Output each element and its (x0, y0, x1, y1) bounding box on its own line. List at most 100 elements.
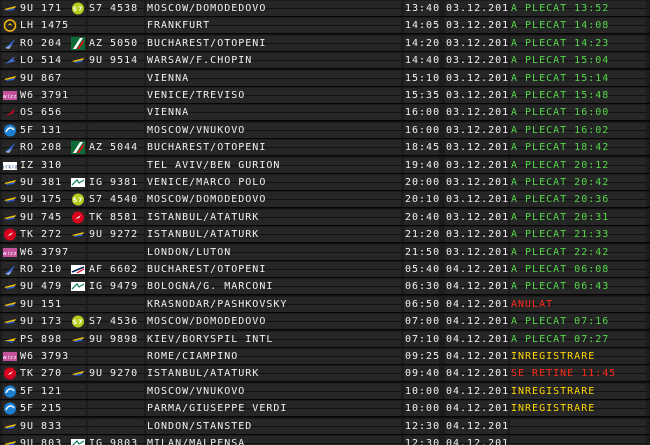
flight-row: RO 204 AZ 5050 BUCHAREST/OTOPENI 14:20 03.12… (0, 34, 650, 52)
destination: ISTANBUL/ATATURK (146, 227, 401, 243)
flight-number: RO 210 (19, 262, 70, 277)
codeshare-flight-number: IG 9479 (88, 279, 144, 295)
scheduled-date: 03.12.2018 (445, 175, 508, 190)
flight-number: W6 3791 (19, 88, 70, 103)
flight-row: OS 656 VIENNA16:00 03.12.2018A PLECAT 16:0… (0, 104, 650, 122)
turkish-airlines-icon (2, 366, 18, 382)
flight-number: PS 898 (19, 331, 70, 347)
flight-status: A PLECAT 14:08 (510, 18, 646, 34)
flight-status: A PLECAT 15:48 (510, 88, 646, 103)
flight-status: A PLECAT 20:31 (510, 209, 646, 225)
scheduled-time: 15:35 (404, 88, 439, 103)
destination: TEL AVIV/BEN GURION (146, 157, 401, 173)
air-moldova-icon (70, 227, 86, 243)
flight-row: 9U 745 TK 8581 ISTANBUL/ATATURK 20:40 03.12.… (0, 208, 650, 226)
flight-number: 5F 215 (19, 401, 70, 417)
codeshare-flight-number: IG 9803 (88, 436, 144, 445)
scheduled-date: 03.12.2018 (445, 88, 508, 103)
scheduled-date: 03.12.2018 (445, 209, 508, 225)
destination: MOSCOW/VNUKOVO (146, 383, 401, 399)
flight-status: INREGISTRARE (510, 383, 646, 399)
wizz-air-icon: wizz (2, 88, 18, 103)
flight-row: RO 210 AF 6602 BUCHAREST/OTOPENI 05:40 04.12… (0, 261, 650, 278)
flight-row: arkiaIZ 310 TEL AVIV/BEN GURION19:40 03.12… (0, 156, 650, 174)
codeshare-flight-number: AF 6602 (88, 262, 144, 277)
destination: PARMA/GIUSEPPE VERDI (146, 401, 401, 417)
codeshare-flight-number (88, 401, 144, 417)
codeshare-logo (70, 105, 86, 121)
destination: VIENNA (146, 70, 401, 86)
destination: ISTANBUL/ATATURK (146, 366, 401, 382)
ukraine-intl-icon (2, 331, 18, 347)
flight-row: LH 1475 FRANKFURT14:05 03.12.2018A PLECAT … (0, 17, 650, 35)
codeshare-flight-number (88, 105, 144, 121)
flight-number: RO 204 (19, 35, 70, 51)
air-moldova-icon (2, 192, 18, 208)
flight-status: A PLECAT 06:08 (510, 262, 646, 277)
codeshare-flight-number (88, 349, 144, 364)
scheduled-time: 09:25 (404, 349, 439, 364)
turkish-airlines-icon (70, 209, 86, 225)
scheduled-time: 16:00 (404, 105, 439, 121)
scheduled-date: 03.12.2018 (445, 244, 508, 260)
flight-status (510, 436, 646, 445)
air-moldova-icon (2, 418, 18, 434)
scheduled-date: 03.12.2018 (445, 18, 508, 34)
destination: LONDON/STANSTED (146, 418, 401, 434)
scheduled-date: 03.12.2018 (445, 70, 508, 86)
codeshare-logo (70, 401, 86, 417)
destination: KRASNODAR/PASHKOVSKY (146, 296, 401, 312)
flight-number: OS 656 (19, 105, 70, 121)
codeshare-logo (70, 244, 86, 260)
flight-number: W6 3793 (19, 349, 70, 364)
flight-status: A PLECAT 07:16 (510, 314, 646, 330)
codeshare-logo (70, 70, 86, 86)
flight-status: A PLECAT 14:23 (510, 35, 646, 51)
flight-number: 9U 381 (19, 175, 70, 190)
codeshare-logo (70, 296, 86, 312)
air-italy-icon (70, 436, 86, 445)
scheduled-date: 04.12.2018 (445, 401, 508, 417)
air-moldova-icon (2, 175, 18, 190)
scheduled-time: 10:00 (404, 401, 439, 417)
scheduled-date: 03.12.2018 (445, 192, 508, 208)
codeshare-flight-number (88, 70, 144, 86)
flight-number: 9U 175 (19, 192, 70, 208)
codeshare-logo (70, 349, 86, 364)
air-moldova-icon (2, 296, 18, 312)
air-moldova-icon (2, 209, 18, 225)
codeshare-flight-number: 9U 9898 (88, 331, 144, 347)
scheduled-date: 03.12.2018 (445, 53, 508, 69)
scheduled-date: 03.12.2018 (445, 105, 508, 121)
flight-number: 5F 121 (19, 383, 70, 399)
air-moldova-icon (2, 279, 18, 295)
flight-row: wizzW6 3793 ROME/CIAMPINO09:25 04.12.2018I… (0, 348, 650, 365)
scheduled-time: 18:45 (404, 140, 439, 156)
turkish-airlines-icon (2, 227, 18, 243)
scheduled-time: 10:00 (404, 383, 439, 399)
flight-number: RO 208 (19, 140, 70, 156)
svg-text:wizz: wizz (3, 251, 17, 257)
scheduled-date: 04.12.2018 (445, 314, 508, 330)
scheduled-time: 12:30 (404, 418, 439, 434)
destination: LONDON/LUTON (146, 244, 401, 260)
codeshare-flight-number (88, 244, 144, 260)
alitalia-icon (70, 140, 86, 156)
codeshare-logo (70, 18, 86, 34)
flight-row: wizzW6 3791 VENICE/TREVISO15:35 03.12.2018… (0, 87, 650, 104)
scheduled-time: 14:05 (404, 18, 439, 34)
scheduled-date: 04.12.2018 (445, 331, 508, 347)
flight-status: A PLECAT 22:42 (510, 244, 646, 260)
scheduled-time: 06:30 (404, 279, 439, 295)
alitalia-icon (70, 35, 86, 51)
flight-number: W6 3797 (19, 244, 70, 260)
svg-text:S7: S7 (73, 197, 84, 204)
flight-row: RO 208 AZ 5044 BUCHAREST/OTOPENI 18:45 03.12… (0, 139, 650, 157)
flight-row: 9U 171 S7 S7 4538 MOSCOW/DOMODEDOVO 13:40 03.… (0, 0, 650, 17)
air-italy-icon (70, 279, 86, 295)
destination: MOSCOW/DOMODEDOVO (146, 314, 401, 330)
flight-number: 9U 151 (19, 296, 70, 312)
flight-row: TK 272 9U 9272 ISTANBUL/ATATURK 21:20 03.12.… (0, 226, 650, 244)
codeshare-flight-number (88, 296, 144, 312)
codeshare-flight-number (88, 157, 144, 173)
